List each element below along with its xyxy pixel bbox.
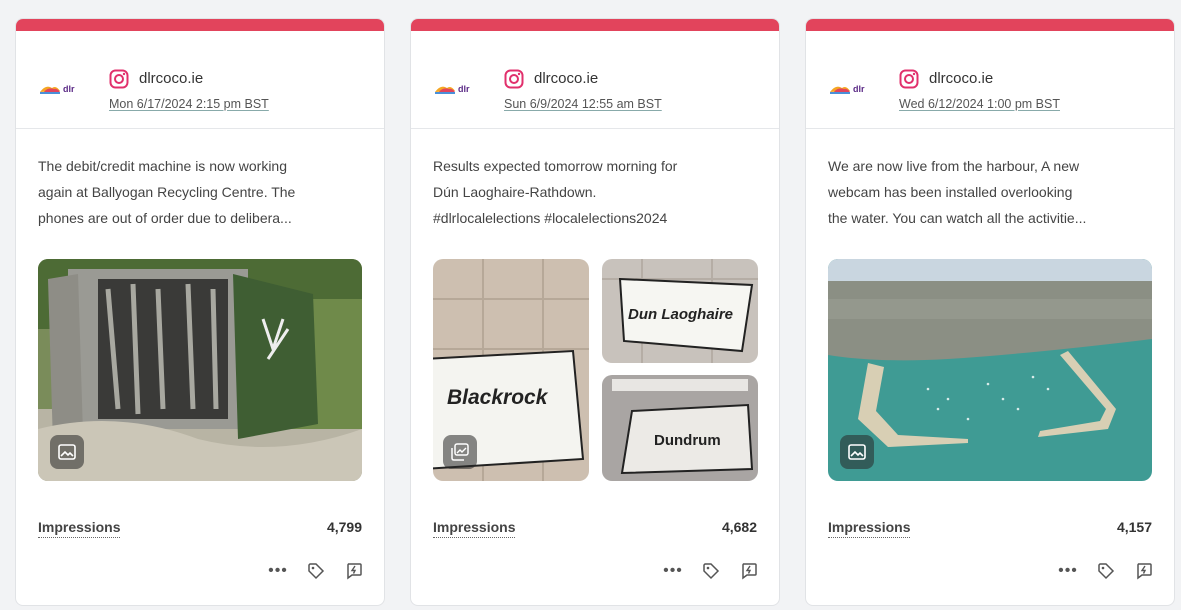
svg-text:dlr: dlr xyxy=(458,84,470,94)
post-image[interactable] xyxy=(828,259,1152,481)
post-image-dun-laoghaire[interactable]: Dun Laoghaire xyxy=(602,259,758,363)
svg-text:dlr: dlr xyxy=(63,84,75,94)
card-actions: ••• xyxy=(1058,561,1154,581)
post-card[interactable]: dlr dlrcoco.ie Mon 6/17/2024 2:15 pm BST… xyxy=(15,18,385,606)
sign-text: Dun Laoghaire xyxy=(628,306,733,323)
post-image[interactable] xyxy=(38,259,362,481)
card-accent-bar xyxy=(16,19,384,31)
gallery-icon xyxy=(443,435,477,469)
impressions-label[interactable]: Impressions xyxy=(828,519,911,538)
card-accent-bar xyxy=(806,19,1174,31)
more-options-icon[interactable]: ••• xyxy=(1058,561,1078,581)
impressions-value: 4,799 xyxy=(326,519,362,535)
post-text-line: Results expected tomorrow morning for xyxy=(433,158,678,174)
tag-icon[interactable] xyxy=(701,561,721,581)
post-text-line: again at Ballyogan Recycling Centre. The xyxy=(38,184,296,200)
post-text: Results expected tomorrow morning for Dú… xyxy=(433,153,763,231)
post-date-link[interactable]: Mon 6/17/2024 2:15 pm BST xyxy=(109,97,269,111)
instagram-icon xyxy=(109,69,129,89)
more-options-icon[interactable]: ••• xyxy=(663,561,683,581)
impressions-label[interactable]: Impressions xyxy=(38,519,121,538)
image-icon xyxy=(840,435,874,469)
post-card[interactable]: dlr dlrcoco.ie Sun 6/9/2024 12:55 am BST… xyxy=(410,18,780,606)
post-text-line: We are now live from the harbour, A new xyxy=(828,158,1080,174)
card-header: dlr dlrcoco.ie Wed 6/12/2024 1:00 pm BST xyxy=(806,31,1174,129)
dlr-logo-icon: dlr xyxy=(830,84,865,94)
post-text-line: Dún Laoghaire-Rathdown. xyxy=(433,184,597,200)
card-actions: ••• xyxy=(268,561,364,581)
quick-reply-icon[interactable] xyxy=(1134,561,1154,581)
account-name[interactable]: dlrcoco.ie xyxy=(534,70,598,87)
post-text: We are now live from the harbour, A new … xyxy=(828,153,1158,231)
dlr-logo-icon: dlr xyxy=(40,84,75,94)
post-text-line: webcam has been installed overlooking xyxy=(828,184,1073,200)
card-header: dlr dlrcoco.ie Mon 6/17/2024 2:15 pm BST xyxy=(16,31,384,129)
impressions-label[interactable]: Impressions xyxy=(433,519,516,538)
card-actions: ••• xyxy=(663,561,759,581)
post-date-link[interactable]: Wed 6/12/2024 1:00 pm BST xyxy=(899,97,1060,111)
tag-icon[interactable] xyxy=(306,561,326,581)
account-name[interactable]: dlrcoco.ie xyxy=(929,70,993,87)
post-image-dundrum[interactable]: Dundrum xyxy=(602,375,758,481)
quick-reply-icon[interactable] xyxy=(344,561,364,581)
card-header: dlr dlrcoco.ie Sun 6/9/2024 12:55 am BST xyxy=(411,31,779,129)
post-image-blackrock[interactable]: Blackrock xyxy=(433,259,589,481)
harbour-aerial-photo xyxy=(828,259,1152,481)
electrical-cabinet-photo xyxy=(38,259,362,481)
quick-reply-icon[interactable] xyxy=(739,561,759,581)
dundrum-sign-photo: Dundrum xyxy=(602,375,758,481)
account-name[interactable]: dlrcoco.ie xyxy=(139,70,203,87)
post-text-line: The debit/credit machine is now working xyxy=(38,158,288,174)
image-icon xyxy=(50,435,84,469)
sign-text: Dundrum xyxy=(654,432,721,449)
post-text-line: the water. You can watch all the activit… xyxy=(828,210,1087,226)
post-text-line: #dlrlocalelections #localelections2024 xyxy=(433,210,668,226)
instagram-icon xyxy=(504,69,524,89)
sign-text: Blackrock xyxy=(447,386,549,409)
card-accent-bar xyxy=(411,19,779,31)
impressions-value: 4,682 xyxy=(721,519,757,535)
instagram-icon xyxy=(899,69,919,89)
dlr-logo-icon: dlr xyxy=(435,84,470,94)
more-options-icon[interactable]: ••• xyxy=(268,561,288,581)
impressions-value: 4,157 xyxy=(1116,519,1152,535)
post-card[interactable]: dlr dlrcoco.ie Wed 6/12/2024 1:00 pm BST… xyxy=(805,18,1175,606)
svg-text:dlr: dlr xyxy=(853,84,865,94)
post-text-line: phones are out of order due to delibera.… xyxy=(38,210,292,226)
tag-icon[interactable] xyxy=(1096,561,1116,581)
post-date-link[interactable]: Sun 6/9/2024 12:55 am BST xyxy=(504,97,662,111)
post-text: The debit/credit machine is now working … xyxy=(38,153,368,231)
dun-laoghaire-sign-photo: Dun Laoghaire xyxy=(602,259,758,363)
